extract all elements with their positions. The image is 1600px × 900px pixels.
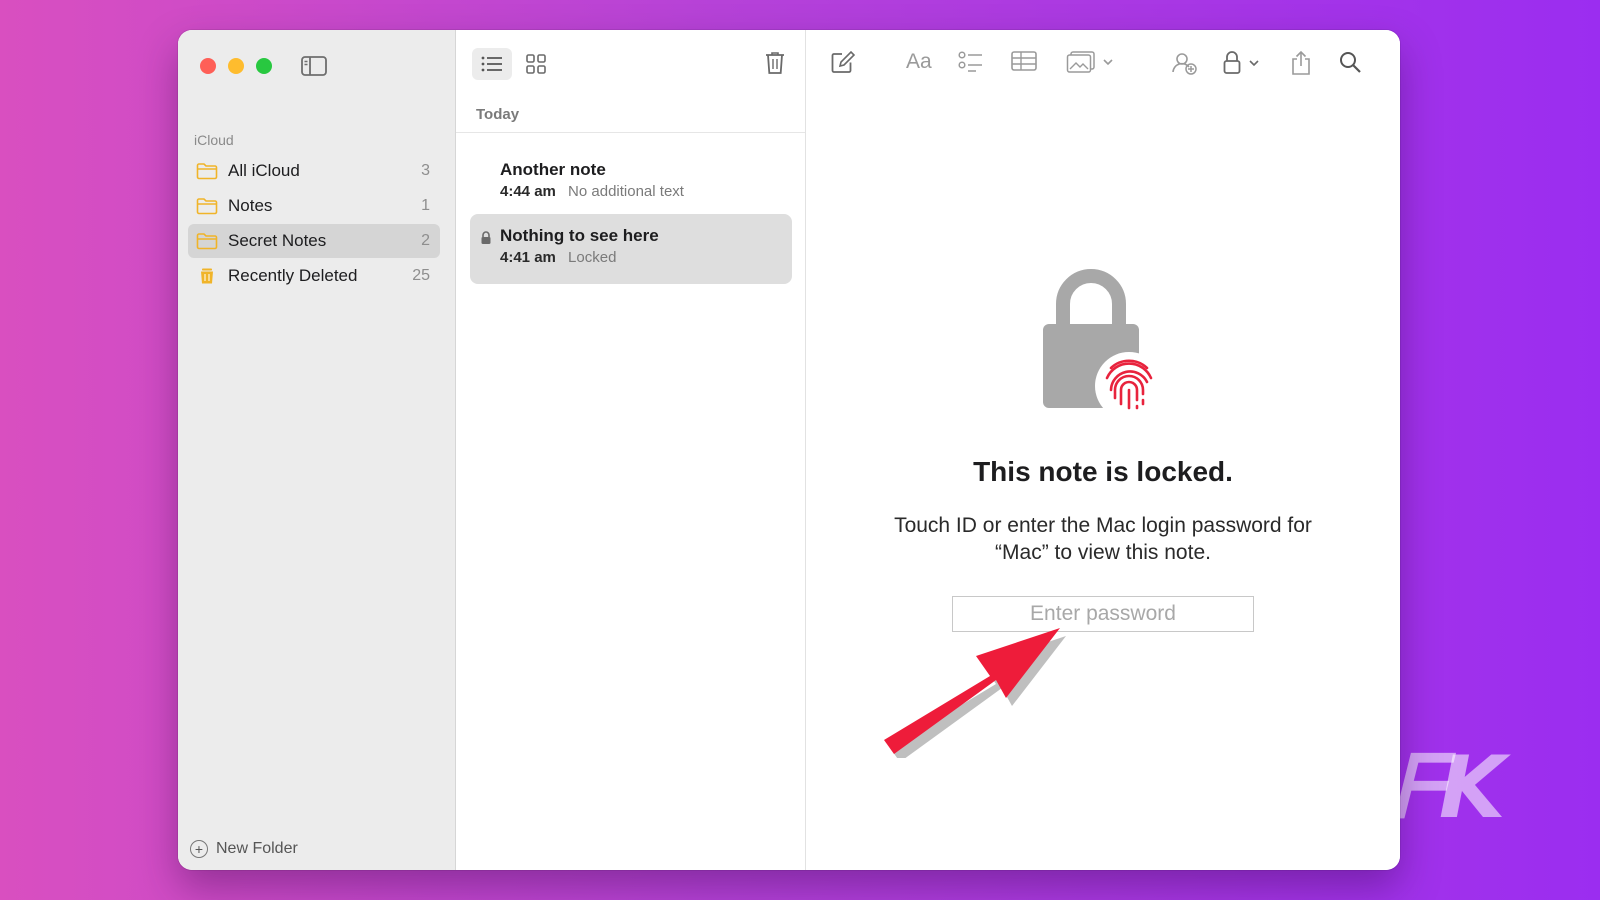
photo-icon: [1066, 51, 1095, 73]
close-window-button[interactable]: [200, 58, 216, 74]
note-title: Nothing to see here: [500, 226, 659, 245]
checklist-button[interactable]: [958, 50, 984, 74]
note-list-pane: Today Another note 4:44 am No additional…: [456, 30, 806, 870]
locked-description-line: “Mac” to view this note.: [995, 541, 1211, 564]
sidebar-item-all-icloud[interactable]: All iCloud 3: [188, 154, 440, 188]
plus-circle-icon: +: [190, 840, 208, 858]
format-button[interactable]: Aa: [906, 50, 932, 74]
lock-icon: [481, 231, 491, 244]
gallery-view-button[interactable]: [516, 48, 556, 80]
sidebar-item-secret-notes[interactable]: Secret Notes 2: [188, 224, 440, 258]
trash-icon: [766, 52, 784, 74]
note-meta: 4:44 am No additional text: [500, 183, 792, 200]
chevron-down-icon: [1249, 60, 1259, 67]
folder-icon: [196, 198, 218, 215]
share-icon: [1292, 50, 1310, 75]
password-field[interactable]: [952, 596, 1254, 632]
sidebar-item-recently-deleted[interactable]: Recently Deleted 25: [188, 259, 440, 293]
editor-toolbar: Aa: [806, 30, 1400, 100]
delete-note-button[interactable]: [763, 50, 787, 81]
media-button[interactable]: [1066, 50, 1114, 74]
list-view-button[interactable]: [472, 48, 512, 80]
sidebar-toggle-icon[interactable]: [300, 54, 328, 78]
note-snippet: No additional text: [568, 183, 684, 200]
compose-icon: [831, 50, 856, 73]
maximize-window-button[interactable]: [256, 58, 272, 74]
search-button[interactable]: [1338, 50, 1362, 74]
trash-icon: [201, 268, 213, 284]
search-icon: [1340, 52, 1361, 73]
locked-description-line: Touch ID or enter the Mac login password…: [894, 514, 1312, 537]
format-text-icon: Aa: [906, 50, 932, 73]
date-group-label: Today: [476, 106, 520, 123]
note-title: Another note: [500, 160, 606, 179]
sidebar: iCloud All iCloud 3 Notes 1 Secret Notes…: [178, 30, 456, 870]
new-folder-label: New Folder: [216, 840, 298, 857]
note-list-toolbar: [456, 30, 805, 100]
locked-lock-icon: [1033, 260, 1173, 428]
note-meta: 4:41 am Locked: [500, 249, 792, 266]
table-icon: [1011, 51, 1037, 71]
sidebar-item-notes[interactable]: Notes 1: [188, 189, 440, 223]
folder-name: Secret Notes: [228, 231, 327, 250]
checklist-icon: [958, 51, 982, 72]
folder-name: All iCloud: [228, 161, 300, 180]
locked-description: Touch ID or enter the Mac login password…: [806, 512, 1400, 566]
note-time: 4:41 am: [500, 249, 556, 266]
folder-count: 1: [421, 197, 430, 214]
list-view-icon: [481, 56, 502, 72]
folder-icon: [196, 233, 218, 250]
folder-count: 2: [421, 232, 430, 249]
folder-icon: [196, 163, 218, 180]
chevron-down-icon: [1103, 59, 1113, 66]
collaborate-button[interactable]: [1170, 50, 1198, 76]
folder-list: All iCloud 3 Notes 1 Secret Notes 2 Rece…: [188, 154, 440, 294]
notes-window: iCloud All iCloud 3 Notes 1 Secret Notes…: [178, 30, 1400, 870]
window-controls: [200, 58, 272, 74]
red-arrow-annotation: [884, 628, 1066, 758]
lock-menu-button[interactable]: [1222, 50, 1260, 76]
grid-view-icon: [526, 54, 546, 74]
minimize-window-button[interactable]: [228, 58, 244, 74]
list-item-note[interactable]: Another note 4:44 am No additional text: [470, 148, 792, 218]
divider: [456, 132, 805, 133]
list-item-note-locked[interactable]: Nothing to see here 4:41 am Locked: [470, 214, 792, 284]
note-snippet: Locked: [568, 249, 617, 266]
collaborate-icon: [1172, 53, 1197, 75]
note-time: 4:44 am: [500, 183, 556, 200]
new-folder-button[interactable]: + New Folder: [190, 840, 298, 858]
watermark-logo: ᖴK: [1392, 738, 1506, 838]
table-button[interactable]: [1010, 50, 1038, 72]
locked-title: This note is locked.: [973, 456, 1233, 487]
sidebar-section-icloud: iCloud: [194, 132, 234, 148]
lock-icon: [1223, 51, 1241, 74]
folder-name: Notes: [228, 196, 273, 215]
compose-button[interactable]: [830, 50, 856, 76]
folder-name: Recently Deleted: [228, 266, 358, 285]
folder-count: 25: [412, 267, 430, 284]
locked-note-panel: This note is locked. Touch ID or enter t…: [806, 260, 1400, 632]
folder-count: 3: [421, 162, 430, 179]
share-button[interactable]: [1290, 50, 1312, 76]
